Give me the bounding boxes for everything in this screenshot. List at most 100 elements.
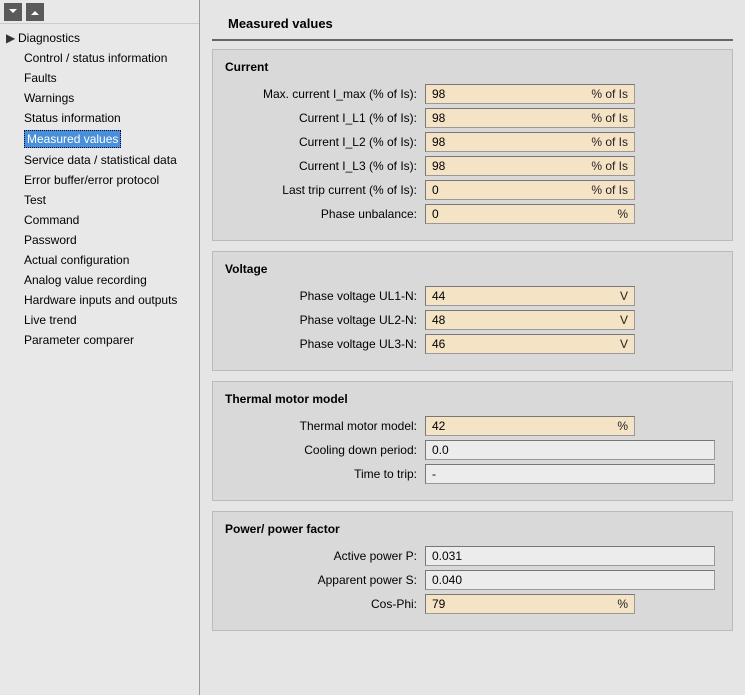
value-unit: % of Is <box>591 183 628 197</box>
field-value: 98 % of Is <box>425 156 635 176</box>
nav-item-diagnostics[interactable]: ▶ Diagnostics <box>0 28 199 48</box>
nav-label: Parameter comparer <box>24 332 134 348</box>
field-value: 44 V <box>425 286 635 306</box>
field-label: Apparent power S: <box>225 573 425 587</box>
field-label: Current I_L1 (% of Is): <box>225 111 425 125</box>
value-text: 0.0 <box>432 443 449 457</box>
value-unit: % of Is <box>591 135 628 149</box>
section-title: Thermal motor model <box>225 392 720 406</box>
value-unit: V <box>620 289 628 303</box>
nav-label: Actual configuration <box>24 252 129 268</box>
section-title: Current <box>225 60 720 74</box>
value-text: 0.031 <box>432 549 462 563</box>
field-label: Phase voltage UL2-N: <box>225 313 425 327</box>
page-title: Measured values <box>212 0 733 41</box>
field-value: 46 V <box>425 334 635 354</box>
nav-item-test[interactable]: Test <box>0 190 199 210</box>
sidebar: ▶ Diagnostics Control / status informati… <box>0 0 200 695</box>
nav-item-live-trend[interactable]: Live trend <box>0 310 199 330</box>
value-unit: % of Is <box>591 159 628 173</box>
value-unit: % <box>617 597 628 611</box>
field-value: 79% <box>425 594 635 614</box>
nav-item-status-information[interactable]: Status information <box>0 108 199 128</box>
nav-label: Command <box>24 212 79 228</box>
field-label: Last trip current (% of Is): <box>225 183 425 197</box>
value-unit: % <box>617 419 628 433</box>
nav-item-hardware-io[interactable]: Hardware inputs and outputs <box>0 290 199 310</box>
nav-item-service-data[interactable]: Service data / statistical data <box>0 150 199 170</box>
value-text: 46 <box>432 337 445 351</box>
value-unit: % <box>617 207 628 221</box>
field-label: Phase voltage UL3-N: <box>225 337 425 351</box>
field-label: Phase unbalance: <box>225 207 425 221</box>
nav-item-warnings[interactable]: Warnings <box>0 88 199 108</box>
field-label: Current I_L3 (% of Is): <box>225 159 425 173</box>
field-value: 48 V <box>425 310 635 330</box>
value-text: 98 <box>432 111 445 125</box>
nav-label: Status information <box>24 110 121 126</box>
nav-label: Hardware inputs and outputs <box>24 292 177 308</box>
value-text: 79 <box>432 597 445 611</box>
section-power: Power/ power factor Active power P: 0.031… <box>212 511 733 631</box>
value-unit: % of Is <box>591 111 628 125</box>
value-unit: V <box>620 337 628 351</box>
nav-label: Measured values <box>24 130 121 148</box>
field-value: 98 % of Is <box>425 132 635 152</box>
nav-item-password[interactable]: Password <box>0 230 199 250</box>
expand-icon: ▶ <box>6 30 16 46</box>
nav-item-faults[interactable]: Faults <box>0 68 199 88</box>
collapse-all-button[interactable] <box>4 3 22 21</box>
field-value: 0.031 <box>425 546 715 566</box>
field-label: Active power P: <box>225 549 425 563</box>
section-title: Voltage <box>225 262 720 276</box>
nav-label: Warnings <box>24 90 74 106</box>
nav-item-control-status[interactable]: Control / status information <box>0 48 199 68</box>
nav-item-error-buffer[interactable]: Error buffer/error protocol <box>0 170 199 190</box>
field-label: Cos-Phi: <box>225 597 425 611</box>
field-value: 42% <box>425 416 635 436</box>
value-text: 42 <box>432 419 445 433</box>
value-unit: % of Is <box>591 87 628 101</box>
value-text: 98 <box>432 159 445 173</box>
value-unit: V <box>620 313 628 327</box>
field-label: Max. current I_max (% of Is): <box>225 87 425 101</box>
nav-label: Control / status information <box>24 50 167 66</box>
value-text: 98 <box>432 135 445 149</box>
field-value: 98 % of Is <box>425 108 635 128</box>
content-scroll[interactable]: Current Max. current I_max (% of Is): 98%… <box>200 41 745 649</box>
value-text: 48 <box>432 313 445 327</box>
value-text: 0 <box>432 207 439 221</box>
main-panel: Measured values Current Max. current I_m… <box>200 0 745 695</box>
field-value: 0% <box>425 204 635 224</box>
field-value: 0 % of Is <box>425 180 635 200</box>
nav-label: Faults <box>24 70 57 86</box>
expand-all-button[interactable] <box>26 3 44 21</box>
field-value: 0.0 <box>425 440 715 460</box>
nav-item-command[interactable]: Command <box>0 210 199 230</box>
nav-item-parameter-comparer[interactable]: Parameter comparer <box>0 330 199 350</box>
nav-item-measured-values[interactable]: Measured values <box>0 128 199 150</box>
value-text: - <box>432 467 436 481</box>
nav-tree: ▶ Diagnostics Control / status informati… <box>0 24 199 354</box>
nav-label: Test <box>24 192 46 208</box>
value-text: 0 <box>432 183 439 197</box>
value-text: 98 <box>432 87 445 101</box>
nav-label: Error buffer/error protocol <box>24 172 159 188</box>
nav-item-actual-configuration[interactable]: Actual configuration <box>0 250 199 270</box>
field-label: Time to trip: <box>225 467 425 481</box>
field-label: Thermal motor model: <box>225 419 425 433</box>
nav-label: Diagnostics <box>18 30 80 46</box>
nav-item-analog-value-recording[interactable]: Analog value recording <box>0 270 199 290</box>
nav-label: Analog value recording <box>24 272 147 288</box>
field-label: Phase voltage UL1-N: <box>225 289 425 303</box>
field-label: Current I_L2 (% of Is): <box>225 135 425 149</box>
field-value: 0.040 <box>425 570 715 590</box>
nav-label: Password <box>24 232 77 248</box>
section-title: Power/ power factor <box>225 522 720 536</box>
field-value: - <box>425 464 715 484</box>
value-text: 0.040 <box>432 573 462 587</box>
value-text: 44 <box>432 289 445 303</box>
field-value: 98 % of Is <box>425 84 635 104</box>
nav-label: Service data / statistical data <box>24 152 177 168</box>
field-label: Cooling down period: <box>225 443 425 457</box>
